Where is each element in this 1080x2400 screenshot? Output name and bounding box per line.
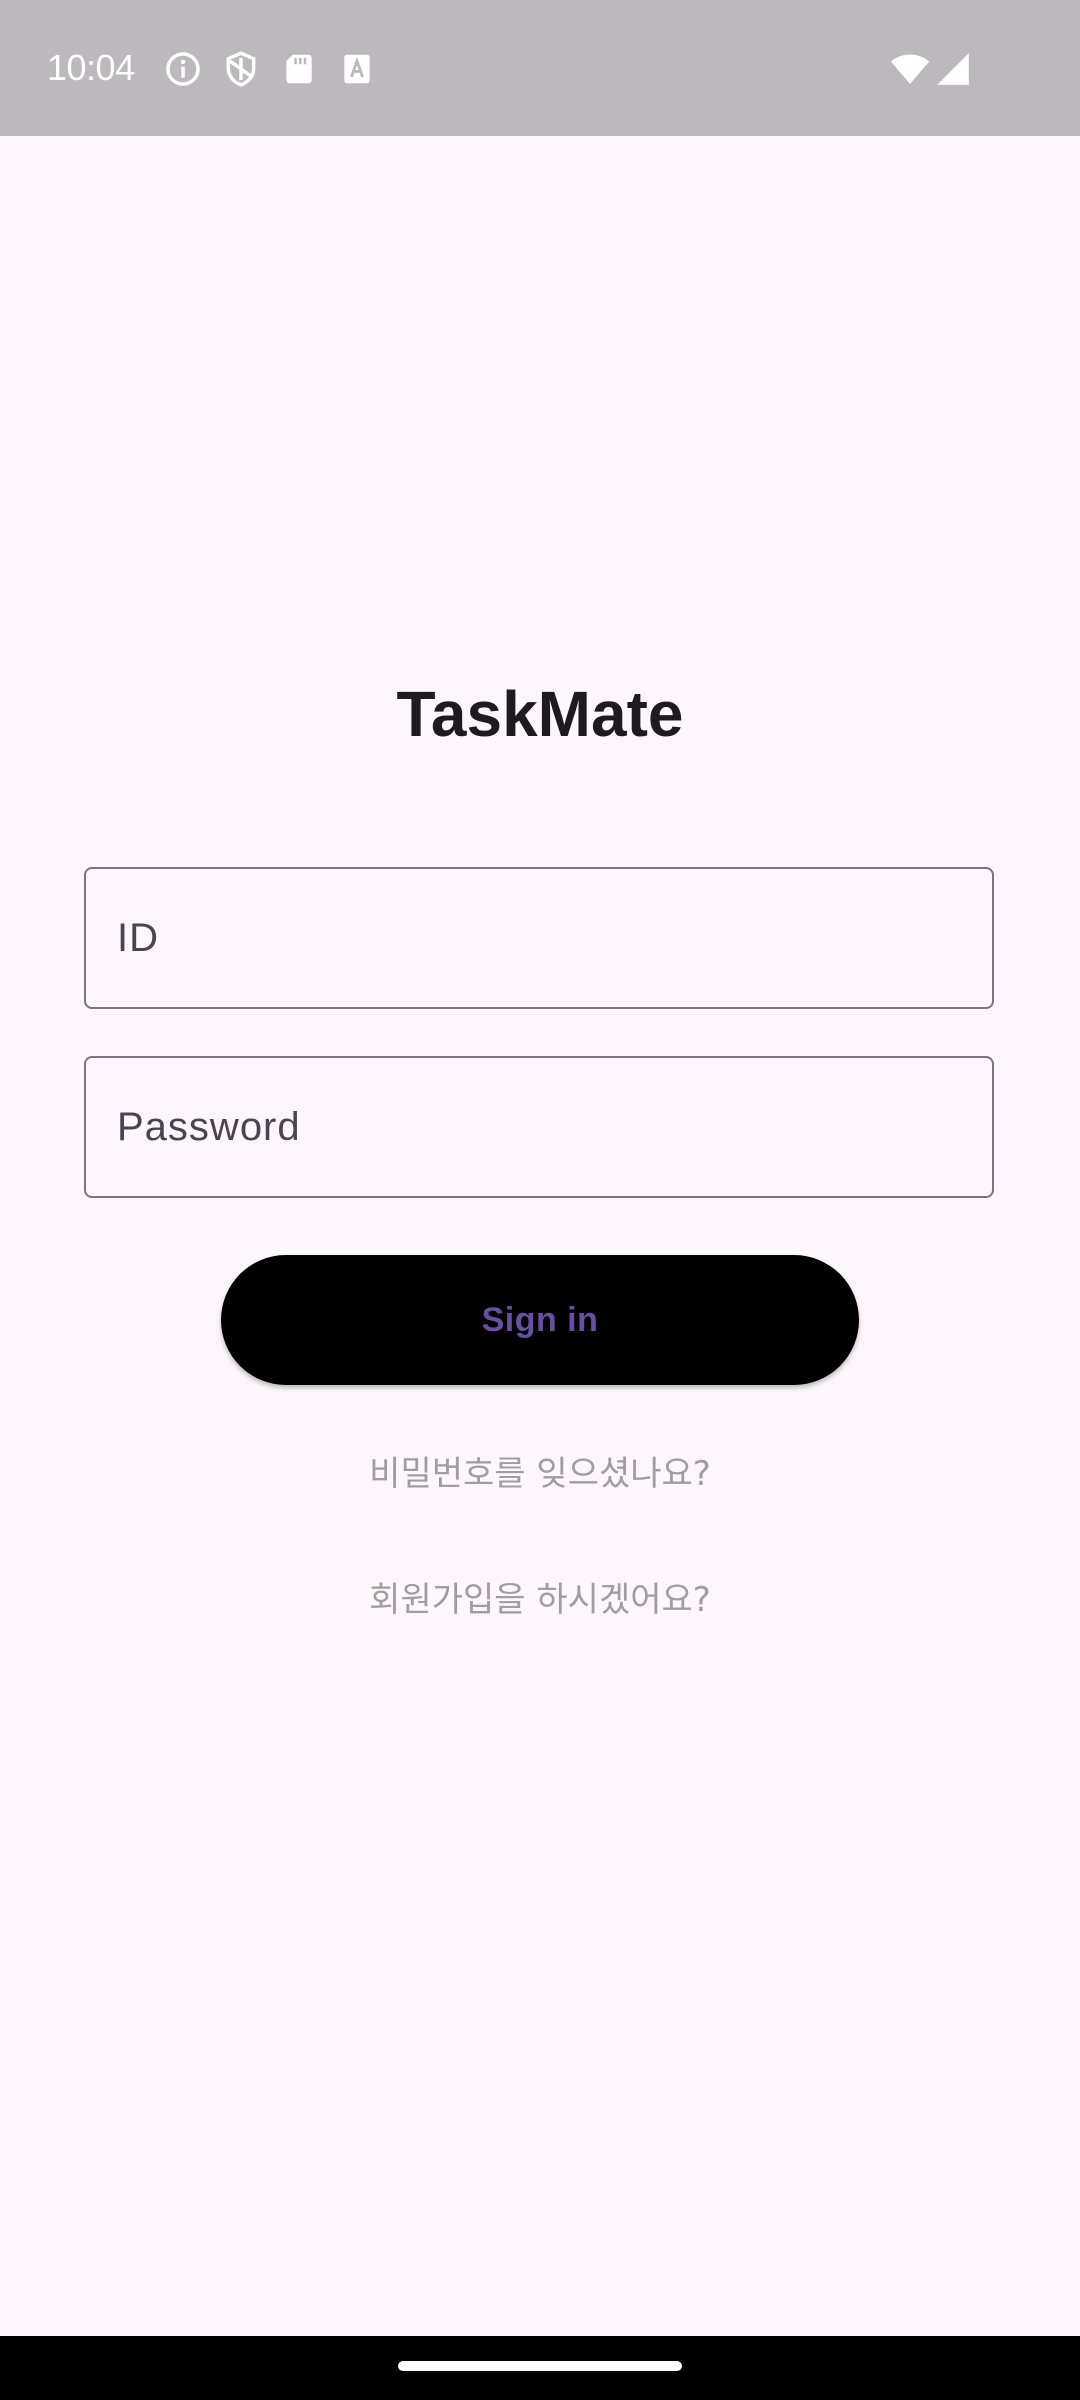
sd-card-icon [280,50,318,88]
signup-link[interactable]: 회원가입을 하시겠어요? [0,1576,1080,1624]
password-input-placeholder: Password [117,1104,301,1149]
wifi-icon [890,49,930,89]
cellular-signal-icon [934,50,972,88]
status-bar: 10:04 [0,0,1080,136]
font-download-icon [338,50,376,88]
sign-in-button[interactable]: Sign in [221,1255,859,1385]
password-input[interactable]: Password [84,1056,994,1198]
forgot-password-link[interactable]: 비밀번호를 잊으셨나요? [0,1450,1080,1498]
sign-in-button-label: Sign in [481,1300,599,1339]
shield-icon [222,50,260,88]
id-input[interactable]: ID [84,867,994,1009]
home-indicator[interactable] [398,2361,682,2371]
status-time: 10:04 [47,47,135,88]
id-input-placeholder: ID [117,915,159,960]
app-title: TaskMate [396,678,684,750]
info-icon [164,50,202,88]
